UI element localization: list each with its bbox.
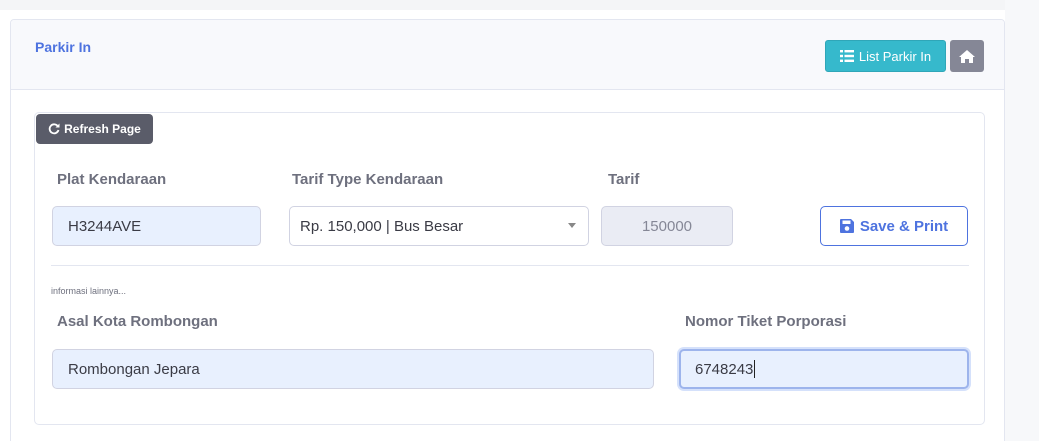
plat-kendaraan-label: Plat Kendaraan xyxy=(57,171,167,188)
plat-kendaraan-value: H3244AVE xyxy=(68,217,142,235)
parkir-in-card: Parkir In List Parkir In Refresh Page Pl… xyxy=(10,19,1005,441)
refresh-icon xyxy=(48,123,60,135)
asal-kota-input[interactable]: Rombongan Jepara xyxy=(52,349,654,389)
card-title: Parkir In xyxy=(35,39,92,55)
list-parkir-in-button[interactable]: List Parkir In xyxy=(825,40,946,72)
list-parkir-in-label: List Parkir In xyxy=(858,48,932,64)
save-print-button[interactable]: Save & Print xyxy=(820,206,968,246)
nomor-tiket-label: Nomor Tiket Porporasi xyxy=(685,313,847,330)
asal-kota-label: Asal Kota Rombongan xyxy=(57,313,218,330)
home-icon xyxy=(959,49,975,63)
tarif-type-select[interactable]: Rp. 150,000 | Bus Besar xyxy=(289,206,589,246)
informasi-note: informasi lainnya... xyxy=(51,286,127,296)
chevron-down-icon xyxy=(568,223,576,228)
top-strip xyxy=(0,0,1005,10)
tarif-value: 150000 xyxy=(641,217,693,235)
refresh-page-button[interactable]: Refresh Page xyxy=(36,114,153,144)
asal-kota-value: Rombongan Jepara xyxy=(68,360,200,378)
refresh-page-label: Refresh Page xyxy=(64,122,141,136)
nomor-tiket-input[interactable]: 6748243 xyxy=(679,349,969,389)
nomor-tiket-value: 6748243 xyxy=(695,360,754,378)
tarif-type-label: Tarif Type Kendaraan xyxy=(292,171,444,188)
list-icon xyxy=(839,50,854,62)
plat-kendaraan-input[interactable]: H3244AVE xyxy=(52,206,261,246)
save-print-label: Save & Print xyxy=(859,217,949,235)
section-divider xyxy=(51,265,969,266)
tarif-input[interactable]: 150000 xyxy=(601,206,733,246)
home-button[interactable] xyxy=(950,40,984,72)
right-gutter xyxy=(1005,0,1039,441)
text-cursor xyxy=(754,360,756,378)
tarif-type-selected: Rp. 150,000 | Bus Besar xyxy=(300,217,464,235)
card-header: Parkir In List Parkir In xyxy=(11,20,1004,90)
save-icon xyxy=(839,219,854,233)
form-panel: Refresh Page Plat Kendaraan Tarif Type K… xyxy=(34,112,985,425)
tarif-label: Tarif xyxy=(608,171,640,188)
